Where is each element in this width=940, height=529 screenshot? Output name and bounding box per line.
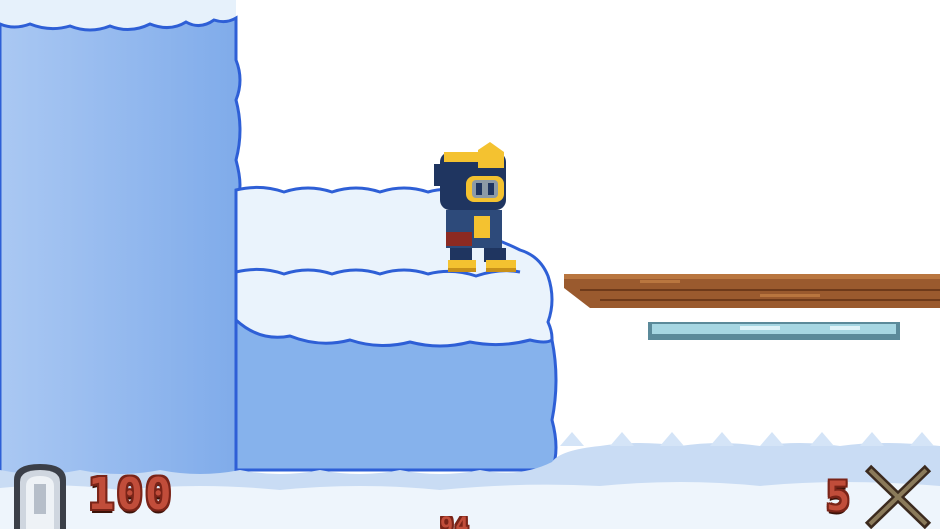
ice-platform: [648, 322, 900, 340]
cloud-wall: [0, 15, 242, 522]
wooden-platform: [564, 274, 940, 308]
item-counter: 5: [826, 474, 853, 520]
bottom-counter: 94: [440, 516, 471, 529]
game-world: [0, 0, 940, 529]
tombstone-shield-icon: [14, 464, 66, 529]
game-scene: 100 5 94: [0, 0, 940, 529]
health-counter: 100: [88, 469, 174, 520]
